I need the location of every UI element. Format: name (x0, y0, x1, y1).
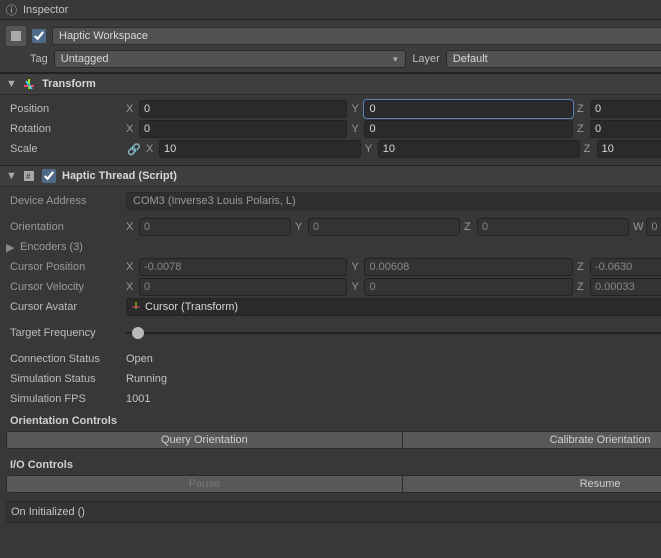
haptic-enabled[interactable] (42, 169, 56, 183)
inspector-panel: ⓘ Inspector 🔓 ⋮ Static ▾ Tag Untagged▼ L… (0, 0, 661, 558)
cursorpos-z (590, 258, 661, 276)
scale-z[interactable] (597, 140, 661, 158)
position-label: Position (6, 103, 122, 115)
transform-icon (22, 77, 36, 91)
cursor-avatar-label: Cursor Avatar (6, 301, 122, 313)
tag-dropdown[interactable]: Untagged▼ (54, 50, 407, 68)
sim-status-value: Running (126, 373, 167, 385)
device-address-dropdown[interactable]: COM3 (Inverse3 Louis Polaris, L)▼ (126, 192, 661, 210)
rotation-x[interactable] (139, 120, 347, 138)
fold-icon[interactable]: ▼ (6, 170, 16, 182)
position-y[interactable] (364, 100, 572, 118)
conn-status-label: Connection Status (6, 353, 122, 365)
query-orientation-button[interactable]: Query Orientation (6, 431, 403, 449)
transform-ref-icon (131, 301, 141, 314)
cursorvel-y (364, 278, 572, 296)
sim-fps-value: 1001 (126, 393, 150, 405)
cursorvel-x (139, 278, 347, 296)
cursor-pos-label: Cursor Position (6, 261, 122, 273)
encoders-fold[interactable]: ▶ (6, 241, 16, 254)
transform-header[interactable]: ▼ Transform ? ⇄ ⋮ (0, 73, 661, 95)
encoders-label: Encoders (3) (20, 241, 83, 253)
layer-label: Layer (412, 53, 440, 65)
info-icon: ⓘ (6, 2, 17, 18)
orient-w (646, 218, 661, 236)
on-initialized-event[interactable]: On Initialized () (6, 501, 661, 523)
orientation-controls-heading: Orientation Controls (6, 409, 661, 431)
position-z[interactable] (590, 100, 661, 118)
scale-x[interactable] (159, 140, 361, 158)
transform-body: Position X Y Z Rotation X Y Z Scale 🔗 X … (0, 95, 661, 165)
target-freq-label: Target Frequency (6, 327, 122, 339)
conn-status-value: Open (126, 353, 153, 365)
scale-label: Scale (6, 143, 122, 155)
active-checkbox[interactable] (32, 29, 46, 43)
rotation-z[interactable] (590, 120, 661, 138)
sim-fps-label: Simulation FPS (6, 393, 122, 405)
object-icon[interactable] (6, 26, 26, 46)
target-freq-slider[interactable] (126, 332, 661, 334)
svg-text:#: # (26, 172, 31, 181)
position-x[interactable] (139, 100, 347, 118)
cursorpos-y (364, 258, 572, 276)
transform-title: Transform (42, 78, 661, 90)
orient-x (139, 218, 291, 236)
haptic-title: Haptic Thread (Script) (62, 170, 661, 182)
fold-icon[interactable]: ▼ (6, 78, 16, 90)
cursor-avatar-field[interactable]: Cursor (Transform) ⊙ (126, 298, 661, 316)
orient-y (308, 218, 460, 236)
io-controls-heading: I/O Controls (6, 453, 661, 475)
object-header: Static ▾ Tag Untagged▼ Layer Default▼ (0, 20, 661, 73)
inspector-header: ⓘ Inspector 🔓 ⋮ (0, 0, 661, 20)
orientation-label: Orientation (6, 221, 122, 233)
orient-z (477, 218, 629, 236)
scale-y[interactable] (378, 140, 580, 158)
cursor-vel-label: Cursor Velocity (6, 281, 122, 293)
layer-dropdown[interactable]: Default▼ (446, 50, 661, 68)
device-address-label: Device Address (6, 195, 122, 207)
tag-label: Tag (30, 53, 48, 65)
haptic-header[interactable]: ▼ # Haptic Thread (Script) ? ⇄ ⋮ (0, 165, 661, 187)
cursorpos-x (139, 258, 347, 276)
sim-status-label: Simulation Status (6, 373, 122, 385)
pause-button[interactable]: Pause (6, 475, 403, 493)
resume-button[interactable]: Resume (403, 475, 661, 493)
calibrate-orientation-button[interactable]: Calibrate Orientation (403, 431, 661, 449)
inspector-title: Inspector (23, 4, 68, 16)
cursorvel-z (590, 278, 661, 296)
rotation-label: Rotation (6, 123, 122, 135)
script-icon: # (22, 169, 36, 183)
link-icon[interactable]: 🔗 (126, 143, 142, 156)
haptic-body: Device Address COM3 (Inverse3 Louis Pola… (0, 187, 661, 529)
object-name-field[interactable] (52, 27, 661, 45)
rotation-y[interactable] (364, 120, 572, 138)
